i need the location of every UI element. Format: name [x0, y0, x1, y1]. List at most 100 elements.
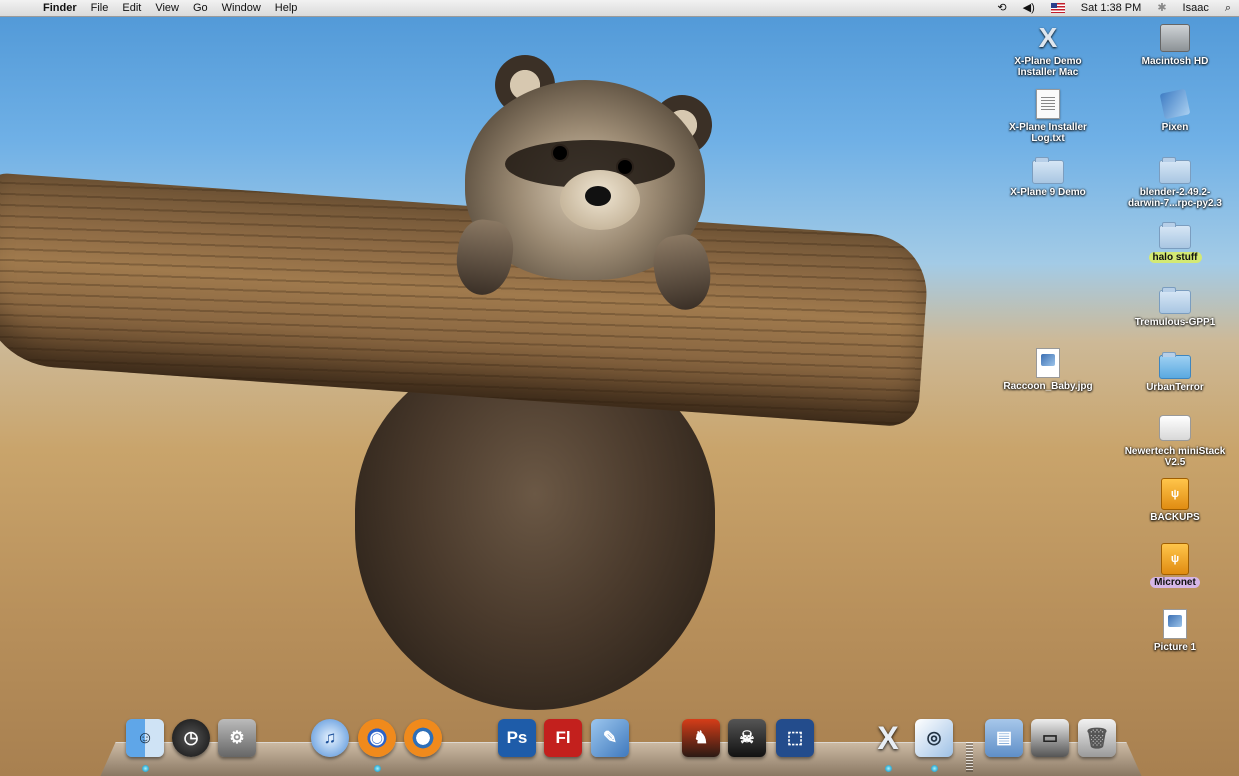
dashboard-icon: ◷	[172, 719, 210, 757]
dock-running-indicator	[885, 765, 892, 772]
desktop-icon-newertech-ministack[interactable]: Newertech miniStack V2.5	[1123, 412, 1227, 468]
trash-icon: 🗑	[1078, 719, 1116, 757]
dock-running-indicator	[374, 765, 381, 772]
folder-icon	[1159, 348, 1191, 380]
desktop-icon-halo-stuff[interactable]: halo stuff	[1123, 218, 1227, 263]
x11-icon: X	[877, 719, 899, 756]
folder-icon	[1159, 153, 1191, 185]
dock-dashboard[interactable]: ◷	[169, 716, 213, 760]
bluetooth-icon[interactable]: ✱	[1157, 0, 1166, 16]
spotlight-search-icon[interactable]: ⌕	[1225, 0, 1231, 16]
raccoon-eye-left	[553, 146, 567, 160]
menu-bar: Finder File Edit View Go Window Help ⟲ ◀…	[0, 0, 1239, 17]
menu-edit[interactable]: Edit	[115, 0, 148, 16]
desktop-icon-raccoon-baby[interactable]: Raccoon_Baby.jpg	[996, 347, 1100, 392]
menu-help[interactable]: Help	[268, 0, 305, 16]
png-file-icon	[1159, 608, 1191, 640]
folder-stack-icon: ▤	[985, 719, 1023, 757]
dock-photoshop[interactable]: Ps	[495, 716, 539, 760]
folder-icon	[1032, 153, 1064, 185]
firewire-drive-icon: ψ	[1159, 478, 1191, 510]
desktop[interactable]: Finder File Edit View Go Window Help ⟲ ◀…	[0, 0, 1239, 776]
itunes-icon: ♫	[311, 719, 349, 757]
jpeg-file-icon	[1032, 347, 1064, 379]
dock-finder[interactable]: ☺	[123, 716, 167, 760]
menu-file[interactable]: File	[84, 0, 116, 16]
gear-icon: ⚙	[218, 719, 256, 757]
desktop-icon-label: Tremulous-GPP1	[1134, 317, 1216, 328]
flash-icon: Fl	[544, 719, 582, 757]
desktop-icon-pixen[interactable]: Pixen	[1123, 88, 1227, 133]
dock-running-indicator	[931, 765, 938, 772]
preview-icon: ◎	[915, 719, 953, 757]
desktop-icon-label: Raccoon_Baby.jpg	[1003, 381, 1093, 392]
dock-blender[interactable]: ◐	[401, 716, 445, 760]
desktop-icon-picture1[interactable]: Picture 1	[1123, 608, 1227, 653]
dock-system-preferences[interactable]: ⚙	[215, 716, 259, 760]
skull-game-icon: ☠	[728, 719, 766, 757]
pixen-app-icon	[1159, 88, 1191, 120]
desktop-icon-label: X-Plane 9 Demo	[1010, 187, 1086, 198]
desktop-icon-label: Pixen	[1161, 122, 1189, 133]
desktop-icon-label: Micronet	[1150, 577, 1200, 588]
desktop-icon-label: BACKUPS	[1150, 512, 1200, 523]
desktop-icon-macintosh-hd[interactable]: Macintosh HD	[1123, 22, 1227, 67]
desktop-icon-label: X-Plane Demo Installer Mac	[1014, 56, 1082, 78]
dock-trash[interactable]: 🗑	[1075, 716, 1119, 760]
desktop-icon-xplane-installer-log[interactable]: X-Plane Installer Log.txt	[996, 88, 1100, 144]
downloads-stack-icon: ▭	[1031, 719, 1069, 757]
pixen-icon: ✎	[591, 719, 629, 757]
input-menu-flag-icon[interactable]	[1050, 3, 1065, 13]
desktop-icon-xplane9-demo[interactable]: X-Plane 9 Demo	[996, 153, 1100, 198]
hard-drive-icon	[1159, 22, 1191, 54]
dock-pixen[interactable]: ✎	[588, 716, 632, 760]
desktop-icon-label: Macintosh HD	[1141, 56, 1209, 67]
log-grain	[0, 172, 931, 428]
dock-game-1[interactable]: ♞	[679, 716, 723, 760]
desktop-icon-blender[interactable]: blender-2.49.2-darwin-7...rpc-py2.3	[1123, 153, 1227, 209]
dock-firefox[interactable]: ◉	[355, 716, 399, 760]
knight-game-icon: ♞	[682, 719, 720, 757]
desktop-icon-label: UrbanTerror	[1146, 382, 1204, 393]
menu-window[interactable]: Window	[215, 0, 268, 16]
menu-go[interactable]: Go	[186, 0, 215, 16]
folder-icon	[1159, 283, 1191, 315]
desktop-icon-backups[interactable]: ψ BACKUPS	[1123, 478, 1227, 523]
raccoon-eye-right	[618, 160, 632, 174]
folder-icon	[1159, 218, 1191, 250]
external-drive-icon	[1159, 412, 1191, 444]
menubar-clock[interactable]: Sat 1:38 PM	[1081, 0, 1142, 16]
menu-view[interactable]: View	[148, 0, 186, 16]
dock-downloads-stack[interactable]: ▭	[1028, 716, 1072, 760]
desktop-icon-label: halo stuff	[1148, 252, 1202, 263]
dock-game-2[interactable]: ☠	[725, 716, 769, 760]
blender-icon: ◐	[404, 719, 442, 757]
firewire-drive-icon: ψ	[1159, 543, 1191, 575]
firefox-icon: ◉	[358, 719, 396, 757]
desktop-icon-label: X-Plane Installer Log.txt	[1009, 122, 1087, 144]
app-icon: ⬚	[776, 719, 814, 757]
desktop-icon-micronet[interactable]: ψ Micronet	[1123, 543, 1227, 588]
desktop-icon-label: Picture 1	[1153, 642, 1197, 653]
user-menu[interactable]: Isaac	[1183, 0, 1209, 16]
finder-icon: ☺	[126, 719, 164, 757]
desktop-icon-label: Newertech miniStack V2.5	[1124, 446, 1226, 468]
dock-app[interactable]: ⬚	[773, 716, 817, 760]
raccoon-nose	[585, 186, 611, 206]
dock-flash[interactable]: Fl	[541, 716, 585, 760]
text-document-icon	[1032, 88, 1064, 120]
dock-running-indicator	[142, 765, 149, 772]
menu-finder[interactable]: Finder	[36, 0, 84, 16]
xplane-installer-icon: X	[1038, 22, 1058, 53]
desktop-icon-xplane-demo-installer[interactable]: X X-Plane Demo Installer Mac	[996, 22, 1100, 78]
time-machine-icon[interactable]: ⟲	[997, 0, 1006, 16]
dock-itunes[interactable]: ♫	[308, 716, 352, 760]
volume-icon[interactable]: ◀)	[1023, 0, 1035, 16]
dock-preview[interactable]: ◎	[912, 716, 956, 760]
desktop-icon-tremulous[interactable]: Tremulous-GPP1	[1123, 283, 1227, 328]
desktop-icon-urbanterror[interactable]: UrbanTerror	[1123, 348, 1227, 393]
photoshop-icon: Ps	[498, 719, 536, 757]
dock-separator[interactable]	[966, 742, 973, 772]
dock-x11[interactable]: X	[866, 716, 910, 760]
dock-documents-stack[interactable]: ▤	[982, 716, 1026, 760]
